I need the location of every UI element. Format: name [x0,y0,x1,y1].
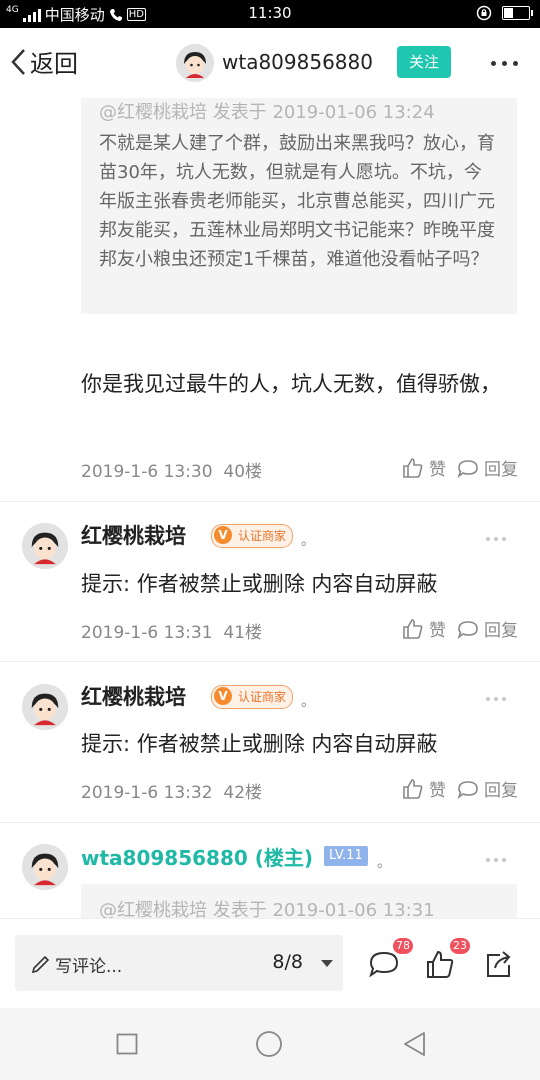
floor-number: 41楼 [223,623,263,643]
share-button[interactable] [482,949,514,985]
thumbs-up-icon [427,950,454,978]
avatar[interactable] [176,44,214,82]
share-icon [487,951,511,977]
author-name[interactable]: 红樱桃栽培 [81,520,186,550]
comment-actions: 赞 回复 [401,776,518,801]
verified-merchant-badge: V 认证商家 [211,685,294,709]
chevron-left-icon [11,48,25,75]
rotation-lock-icon [476,5,492,21]
comment-more-icon[interactable] [486,697,506,701]
verified-icon: V [214,526,232,544]
reply-label: 回复 [484,460,518,480]
like-button[interactable]: 赞 [401,455,446,480]
like-label: 赞 [429,621,446,641]
reply-label: 回复 [484,621,518,641]
author-name[interactable]: 红樱桃栽培 [81,681,186,711]
comment-meta: 2019-1-6 13:30 40楼 [81,457,262,482]
comment-icon [457,780,478,799]
like-thread-button[interactable] [424,949,456,985]
reply-label: 回复 [484,781,518,801]
floor-number: 40楼 [223,462,263,482]
comment-actions: 赞 回复 [401,455,518,480]
bottom-bar: 写评论... 8/8 78 23 [0,918,540,1009]
comment-text: 你是我见过最牛的人，坑人无数，值得骄傲， [81,372,501,396]
comment-meta: 2019-1-6 13:32 42楼 [81,778,262,803]
like-button[interactable]: 赞 [401,616,446,641]
more-options-icon[interactable] [491,61,518,66]
divider [0,501,540,502]
comment-more-icon[interactable] [486,537,506,541]
avatar[interactable] [22,523,68,569]
system-nav-bar [0,1008,540,1080]
divider [0,822,540,823]
verified-merchant-badge: V 认证商家 [211,524,294,548]
comment-text: 提示: 作者被禁止或删除 内容自动屏蔽 [81,732,438,756]
quoted-comment: @红樱桃栽培 发表于 2019-01-06 13:31 [81,884,517,918]
recents-icon[interactable] [116,1033,138,1055]
comment-more-icon[interactable] [486,858,506,862]
decor-dot: 。 [301,694,315,710]
thumbs-up-icon [403,457,423,478]
comment-placeholder: 写评论... [55,957,123,977]
comment-date: 2019-1-6 13:31 [81,623,213,643]
level-badge: LV.11 [324,846,368,866]
comments-button[interactable] [368,949,400,983]
divider [0,661,540,662]
comment-input[interactable]: 写评论... 8/8 [15,935,343,991]
reply-button[interactable]: 回复 [456,455,518,480]
chevron-down-icon[interactable] [321,960,333,967]
follow-button[interactable]: 关注 [397,46,451,78]
home-icon[interactable] [255,1030,283,1058]
comment-icon [457,459,478,478]
thumbs-up-icon [403,618,423,639]
thumbs-up-icon [403,778,423,799]
quote-meta: @红樱桃栽培 发表于 2019-01-06 13:24 [99,102,435,123]
reply-button[interactable]: 回复 [456,616,518,641]
pencil-icon [31,955,50,974]
decor-dot: 。 [301,533,315,549]
quote-text: 不就是某人建了个群，鼓励出来黑我吗？放心，育苗30年，坑人无数，但就是有人愿坑。… [99,133,495,270]
top-bar: 返回 wta809856880 关注 [0,28,540,98]
thread-author-name[interactable]: wta809856880 [222,50,373,74]
decor-dot: 。 [377,855,391,871]
status-bar: 4G 中国移动 HD 11:30 [0,0,540,28]
back-label: 返回 [30,50,78,78]
quote-meta: @红樱桃栽培 发表于 2019-01-06 13:31 [99,900,435,918]
like-label: 赞 [429,460,446,480]
comment-count-badge: 78 [393,938,413,954]
avatar[interactable] [22,684,68,730]
author-name[interactable]: wta809856880 (楼主) [81,842,313,871]
reply-button[interactable]: 回复 [456,776,518,801]
badge-label: 认证商家 [238,529,287,543]
badge-label: 认证商家 [238,690,287,704]
verified-icon: V [214,687,232,705]
like-button[interactable]: 赞 [401,776,446,801]
comment-date: 2019-1-6 13:30 [81,462,213,482]
page-indicator[interactable]: 8/8 [272,951,303,973]
floor-number: 42楼 [223,783,263,803]
comment-actions: 赞 回复 [401,616,518,641]
back-nav-icon[interactable] [402,1031,428,1057]
comment-meta: 2019-1-6 13:31 41楼 [81,618,262,643]
comment-text: 提示: 作者被禁止或删除 内容自动屏蔽 [81,572,438,596]
comment-icon [369,951,399,978]
quoted-comment: @红樱桃栽培 发表于 2019-01-06 13:24 不就是某人建了个群，鼓励… [81,98,517,314]
like-label: 赞 [429,781,446,801]
like-count-badge: 23 [450,938,470,954]
battery-icon [502,6,533,20]
clock: 11:30 [248,4,292,22]
avatar[interactable] [22,844,68,890]
comment-icon [457,620,478,639]
comment-date: 2019-1-6 13:32 [81,783,213,803]
back-button[interactable]: 返回 [10,44,78,79]
